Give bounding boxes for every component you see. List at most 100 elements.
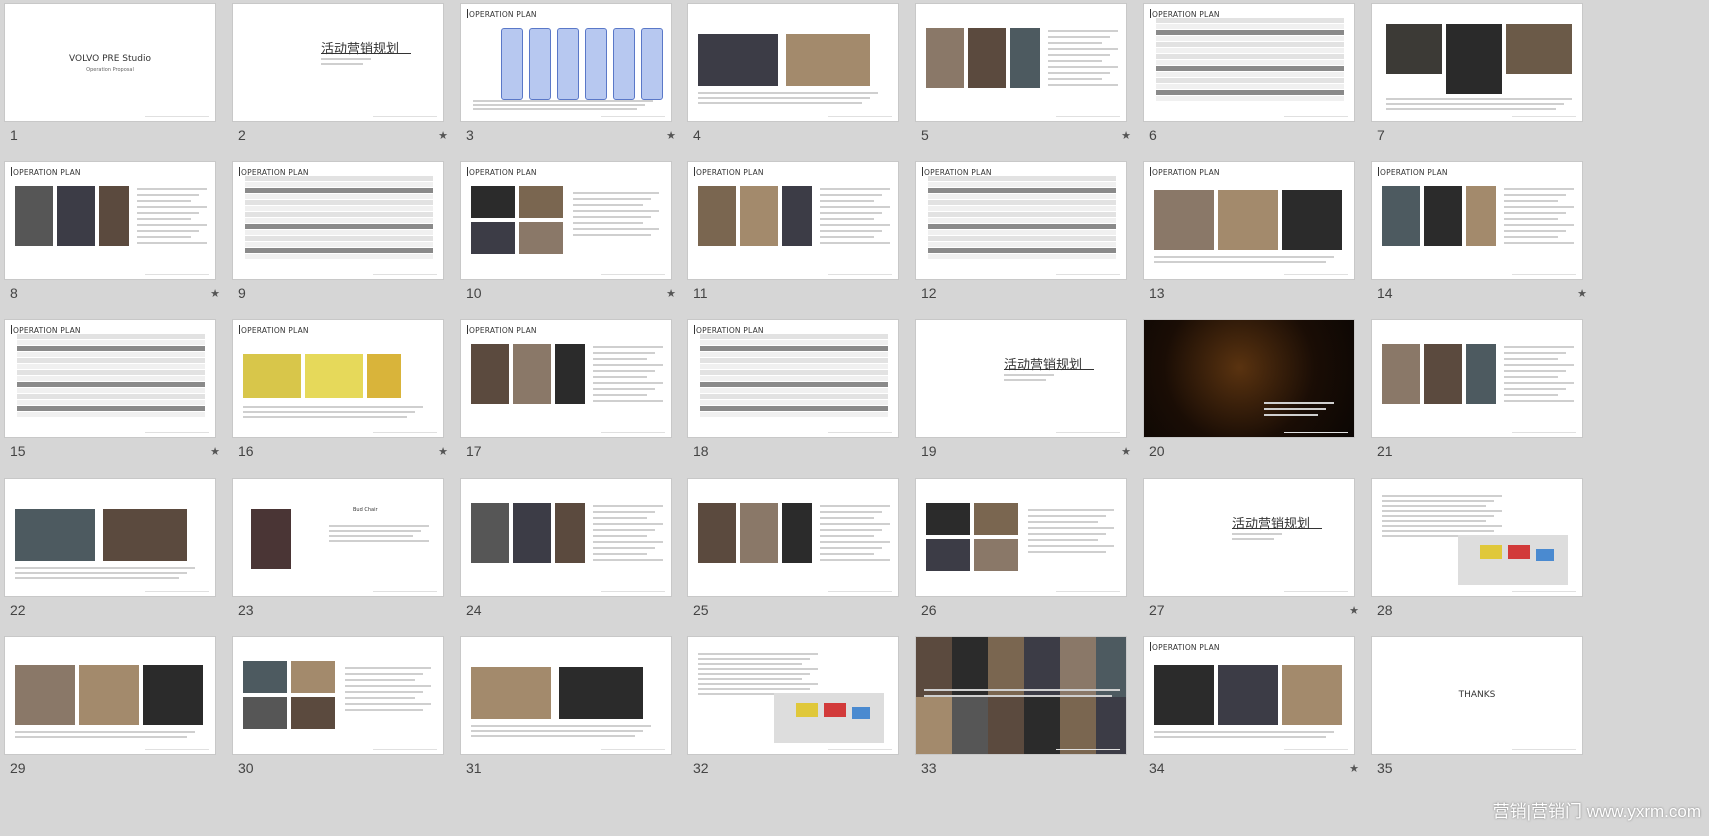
slide-thumbnail[interactable] [1143, 319, 1355, 438]
slide-card[interactable]: 29 [4, 636, 218, 776]
slide-thumbnail[interactable]: OPERATION PLAN [1143, 3, 1355, 122]
slide-thumbnail[interactable]: OPERATION PLAN [460, 161, 672, 280]
text-line [1264, 408, 1326, 410]
slide-card[interactable]: OPERATION PLAN 6 [1143, 3, 1357, 143]
slide-thumbnail[interactable] [1371, 3, 1583, 122]
slide-thumbnail[interactable]: OPERATION PLAN [232, 319, 444, 438]
slide-thumbnail[interactable]: 活动营销规划 [1143, 478, 1355, 597]
slide-card[interactable]: 活动营销规划 27 ★ [1143, 478, 1359, 618]
slide-card[interactable]: OPERATION PLAN 11 [687, 161, 901, 301]
slide-card[interactable]: OPERATION PLAN 16 ★ [232, 319, 448, 459]
slide-card[interactable]: 20 [1143, 319, 1357, 459]
slide-card[interactable]: OPERATION PLAN 34 ★ [1143, 636, 1359, 776]
slide-card[interactable]: 22 [4, 478, 218, 618]
text-line [1504, 394, 1558, 396]
slide-thumbnail[interactable]: OPERATION PLAN [460, 319, 672, 438]
slide-card[interactable]: OPERATION PLAN 3 ★ [460, 3, 676, 143]
slide-thumbnail[interactable] [915, 3, 1127, 122]
footer-line [1284, 116, 1348, 117]
text-line [1028, 539, 1098, 541]
table-row [928, 254, 1116, 259]
slide-card[interactable]: 30 [232, 636, 446, 776]
slide-card[interactable]: Bud Chair 23 [232, 478, 446, 618]
text-line [1504, 376, 1558, 378]
slide-thumbnail[interactable] [460, 636, 672, 755]
slide-thumbnail[interactable]: Bud Chair [232, 478, 444, 597]
table-row [1156, 96, 1344, 101]
slide-number: 12 [921, 285, 937, 301]
slide-card[interactable]: THANKS 35 [1371, 636, 1585, 776]
slide-thumbnail[interactable] [687, 478, 899, 597]
slide-thumbnail[interactable]: OPERATION PLAN [1143, 161, 1355, 280]
slide-card[interactable]: OPERATION PLAN 14 ★ [1371, 161, 1587, 301]
slide-thumbnail[interactable] [915, 478, 1127, 597]
slide-title: OPERATION PLAN [1380, 168, 1448, 177]
photo [15, 186, 53, 246]
slide-title: OPERATION PLAN [696, 168, 764, 177]
slide-card[interactable]: OPERATION PLAN 18 [687, 319, 901, 459]
slide-thumbnail[interactable]: OPERATION PLAN [4, 161, 216, 280]
slide-thumbnail[interactable]: OPERATION PLAN [4, 319, 216, 438]
slide-card[interactable]: OPERATION PLAN 8 ★ [4, 161, 220, 301]
slide-card[interactable]: 活动营销规划 19 ★ [915, 319, 1131, 459]
slide-card[interactable]: OPERATION PLAN 10 ★ [460, 161, 676, 301]
slide-thumbnail[interactable] [687, 636, 899, 755]
slide-thumbnail[interactable]: OPERATION PLAN [915, 161, 1127, 280]
section-title: 活动营销规划 [1004, 358, 1083, 373]
text-line [593, 382, 663, 384]
slide-card[interactable]: OPERATION PLAN 12 [915, 161, 1129, 301]
text-line [1504, 218, 1558, 220]
slide-thumbnail[interactable] [232, 636, 444, 755]
slide-thumbnail[interactable] [1371, 478, 1583, 597]
slide-card[interactable]: OPERATION PLAN 9 [232, 161, 446, 301]
slide-card[interactable]: OPERATION PLAN 17 [460, 319, 674, 459]
slide-card[interactable]: OPERATION PLAN 13 [1143, 161, 1357, 301]
text-line [1154, 736, 1326, 738]
slide-thumbnail[interactable]: 活动营销规划 [915, 319, 1127, 438]
text-line [593, 388, 655, 390]
slide-thumbnail[interactable] [915, 636, 1127, 755]
footer-line [1056, 116, 1120, 117]
slide-card[interactable]: 活动营销规划 2 ★ [232, 3, 448, 143]
text-line [1386, 98, 1572, 100]
slide-thumbnail[interactable]: OPERATION PLAN [687, 161, 899, 280]
slide-card[interactable]: VOLVO PRE Studio Operation Proposal 1 [4, 3, 218, 143]
text-line [820, 547, 882, 549]
watermark: 营销|营销门 www.yxrm.com [1492, 802, 1701, 821]
slide-card[interactable]: 7 [1371, 3, 1585, 143]
photo [305, 354, 363, 398]
table-row [1156, 78, 1344, 83]
slide-card[interactable]: 25 [687, 478, 901, 618]
slide-thumbnail[interactable] [460, 478, 672, 597]
slide-thumbnail[interactable]: OPERATION PLAN [1371, 161, 1583, 280]
slide-card[interactable]: OPERATION PLAN 15 ★ [4, 319, 220, 459]
table-row [928, 206, 1116, 211]
slide-thumbnail[interactable] [687, 3, 899, 122]
slide-card[interactable]: 31 [460, 636, 674, 776]
text-line [345, 667, 431, 669]
slide-number: 25 [693, 602, 709, 618]
slide-card[interactable]: 33 [915, 636, 1129, 776]
text-line [1004, 374, 1054, 376]
slide-thumbnail[interactable]: VOLVO PRE Studio Operation Proposal [4, 3, 216, 122]
slide-thumbnail[interactable] [1371, 319, 1583, 438]
slide-thumbnail[interactable]: OPERATION PLAN [232, 161, 444, 280]
slide-thumbnail[interactable]: 活动营销规划 [232, 3, 444, 122]
slide-thumbnail[interactable] [4, 636, 216, 755]
slide-card[interactable]: 24 [460, 478, 674, 618]
slide-thumbnail[interactable] [4, 478, 216, 597]
slide-card[interactable]: 5 ★ [915, 3, 1131, 143]
table-row [1156, 72, 1344, 77]
slide-card[interactable]: 28 [1371, 478, 1585, 618]
slide-card[interactable]: 32 [687, 636, 901, 776]
text-line [1048, 48, 1118, 50]
slide-thumbnail[interactable]: OPERATION PLAN [460, 3, 672, 122]
slide-thumbnail[interactable]: THANKS [1371, 636, 1583, 755]
slide-thumbnail[interactable]: OPERATION PLAN [687, 319, 899, 438]
slide-card[interactable]: 4 [687, 3, 901, 143]
photo [974, 503, 1018, 535]
slide-card[interactable]: 21 [1371, 319, 1585, 459]
text-line [593, 535, 647, 537]
slide-card[interactable]: 26 [915, 478, 1129, 618]
slide-thumbnail[interactable]: OPERATION PLAN [1143, 636, 1355, 755]
